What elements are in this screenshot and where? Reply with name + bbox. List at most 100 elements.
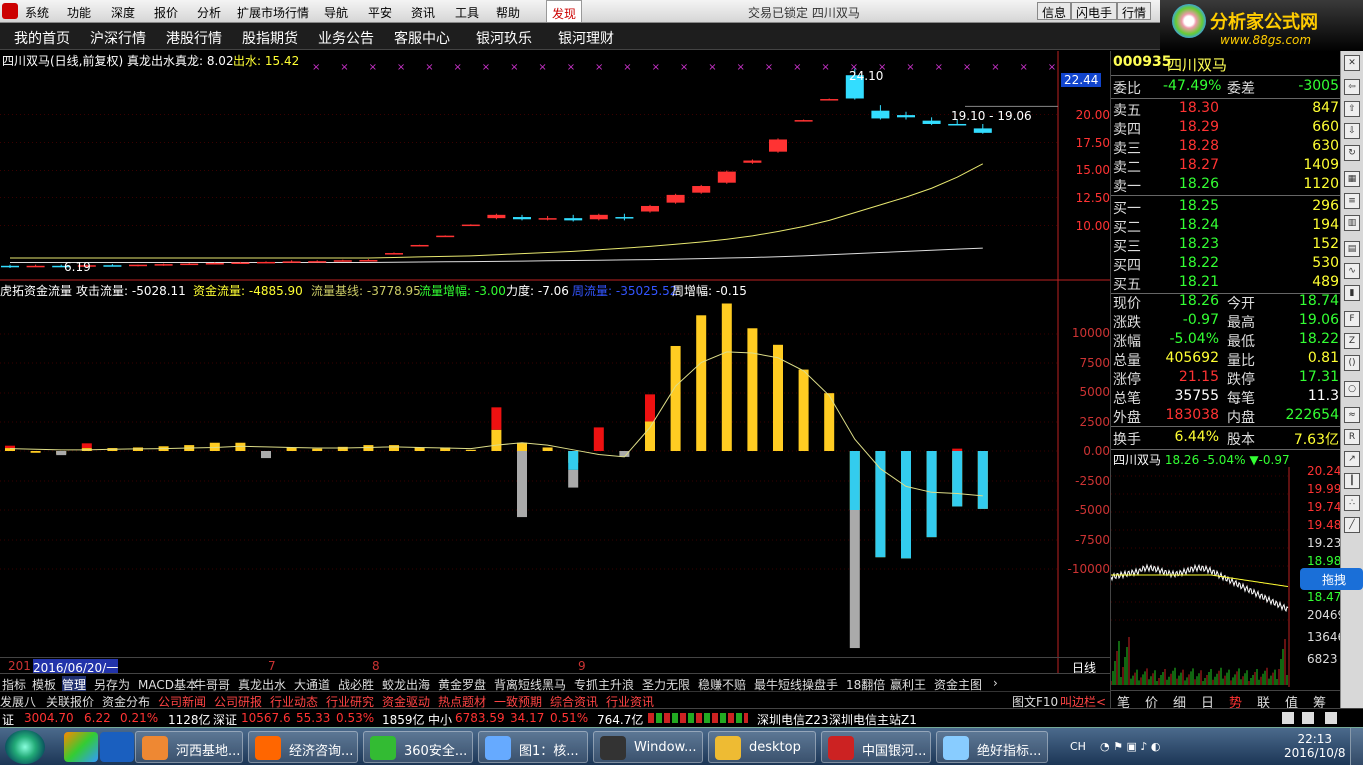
language-indicator[interactable]: CH	[1070, 740, 1086, 753]
menu-navigation[interactable]: 导航	[324, 4, 348, 21]
ask-level-label: 卖三	[1113, 141, 1141, 157]
menu-pingan[interactable]: 平安	[368, 4, 392, 21]
pinned-app-icon[interactable]	[64, 732, 98, 762]
server-label-1[interactable]: 深圳电信Z23	[757, 711, 829, 728]
mini-price-line	[1111, 563, 1289, 613]
info-button[interactable]: 信息	[1037, 2, 1072, 20]
chart-canvas[interactable]: × × × × × × × × × × × × × × × × × × × × × × × × × × ×	[0, 51, 1110, 673]
ask-row[interactable]: 卖二 18.27 1409	[1111, 157, 1341, 176]
line-icon[interactable]: ╱	[1344, 517, 1360, 533]
indicator-title: 虎拓资金流量	[0, 284, 73, 298]
ask-row[interactable]: 卖五 18.30 847	[1111, 100, 1341, 119]
nav-yinhe-finance[interactable]: 银河理财	[558, 28, 614, 48]
ask-row[interactable]: 卖一 18.26 1120	[1111, 176, 1341, 195]
trend-icon[interactable]: ↗	[1344, 451, 1360, 467]
task-button[interactable]: 图1：核...	[478, 731, 588, 763]
menu-depth[interactable]: 深度	[111, 4, 135, 21]
table-icon[interactable]: ▤	[1344, 241, 1360, 257]
nav-announcements[interactable]: 业务公告	[318, 28, 374, 48]
clock-time: 22:13	[1297, 732, 1333, 746]
task-button[interactable]: Window...	[593, 731, 703, 763]
arrow-left-icon[interactable]: ⇦	[1344, 79, 1360, 95]
status-icon[interactable]	[1325, 712, 1337, 724]
bid-row[interactable]: 买四 18.22 530	[1111, 255, 1341, 274]
task-button[interactable]: 河西基地...	[135, 731, 243, 763]
tabs-scroll-right-icon[interactable]: ›	[993, 676, 998, 690]
close-icon[interactable]: ✕	[1344, 55, 1360, 71]
candle-body	[1, 265, 19, 268]
drag-handle[interactable]: 拖拽	[1300, 568, 1363, 590]
ask-price: 18.29	[1178, 119, 1219, 135]
menu-news[interactable]: 资讯	[411, 4, 435, 21]
menu-system[interactable]: 系统	[25, 4, 49, 21]
share-capital-value: 7.63亿	[1293, 432, 1339, 448]
bid-level-label: 买五	[1113, 277, 1141, 293]
wave-icon[interactable]: ≈	[1344, 407, 1360, 423]
ask-volume: 1120	[1303, 176, 1339, 192]
clock[interactable]: 22:13 2016/10/8	[1284, 732, 1346, 760]
task-label: Window...	[634, 740, 697, 755]
nav-home[interactable]: 我的首页	[14, 28, 70, 48]
bid-row[interactable]: 买一 18.25 296	[1111, 198, 1341, 217]
menu-discover[interactable]: 发现	[546, 0, 583, 22]
nav-hk-market[interactable]: 港股行情	[166, 28, 222, 48]
intraday-mini-chart[interactable]	[1111, 467, 1305, 687]
bid-row[interactable]: 买三 18.23 152	[1111, 236, 1341, 255]
chart-area[interactable]: × × × × × × × × × × × × × × × × × × × × × × × × × × × 四川双马(日线,前复权)…	[0, 51, 1110, 685]
bracket-icon[interactable]: ()	[1344, 355, 1360, 371]
tray-icons[interactable]: ◔ ⚑ ▣ ♪ ◐	[1100, 740, 1160, 753]
status-icon[interactable]	[1282, 712, 1294, 724]
nav-index-futures[interactable]: 股指期货	[242, 28, 298, 48]
circle-icon[interactable]: ○	[1344, 381, 1360, 397]
pinned-app-icon[interactable]	[100, 732, 134, 762]
menu-help[interactable]: 帮助	[496, 4, 520, 21]
nav-service-center[interactable]: 客服中心	[394, 28, 450, 48]
menu-tools[interactable]: 工具	[455, 4, 479, 21]
quote-label: 涨停	[1113, 372, 1141, 388]
flash-trade-button[interactable]: 闪电手	[1071, 2, 1118, 20]
arrow-down-icon[interactable]: ⇩	[1344, 123, 1360, 139]
refresh-icon[interactable]: ↻	[1344, 145, 1360, 161]
arrow-up-icon[interactable]: ⇧	[1344, 101, 1360, 117]
menu-extended-market[interactable]: 扩展市场行情	[237, 4, 309, 21]
quote-label: 总笔	[1113, 391, 1141, 407]
mini-change: ▼-0.97	[1249, 453, 1290, 467]
menu-quotes[interactable]: 报价	[154, 4, 178, 21]
top-marker: ×	[652, 62, 660, 73]
ask-row[interactable]: 卖四 18.29 660	[1111, 119, 1341, 138]
task-button[interactable]: 中国银河...	[821, 731, 931, 763]
candle-icon[interactable]: ┃	[1344, 473, 1360, 489]
bid-row[interactable]: 买二 18.24 194	[1111, 217, 1341, 236]
quotes-button[interactable]: 行情	[1117, 2, 1152, 20]
task-button[interactable]: 绝好指标...	[936, 731, 1048, 763]
flow-bar-red	[593, 427, 604, 451]
bid-volume: 530	[1312, 255, 1339, 271]
task-button[interactable]: desktop	[708, 731, 816, 763]
show-desktop-button[interactable]	[1350, 728, 1363, 765]
kline-ytick: 15.00	[1075, 163, 1110, 177]
nav-yinhe-jiule[interactable]: 银河玖乐	[476, 28, 532, 48]
task-button[interactable]: 经济咨询...	[248, 731, 358, 763]
server-label-2[interactable]: 深圳电信主站Z1	[829, 711, 917, 728]
rsi-icon[interactable]: R	[1344, 429, 1360, 445]
start-button[interactable]	[5, 730, 45, 764]
grid-icon[interactable]: ▦	[1344, 171, 1360, 187]
f10-icon[interactable]: F	[1344, 311, 1360, 327]
scatter-icon[interactable]: ∴	[1344, 495, 1360, 511]
task-button[interactable]: 360安全...	[363, 731, 473, 763]
sh-index-amount: 1128亿	[168, 713, 211, 727]
bar-icon[interactable]: ▮	[1344, 285, 1360, 301]
menu-analysis[interactable]: 分析	[197, 4, 221, 21]
nav-hs-market[interactable]: 沪深行情	[90, 28, 146, 48]
ask-row[interactable]: 卖三 18.28 630	[1111, 138, 1341, 157]
fz-icon[interactable]: Z	[1344, 333, 1360, 349]
menu-function[interactable]: 功能	[67, 4, 91, 21]
bid-row[interactable]: 买五 18.21 489	[1111, 274, 1341, 293]
status-icon[interactable]	[1302, 712, 1314, 724]
list-icon[interactable]: ≡	[1344, 193, 1360, 209]
top-marker: ×	[623, 62, 631, 73]
task-label: 河西基地...	[176, 744, 241, 759]
share-capital-label: 股本	[1227, 432, 1255, 448]
indicator-icon[interactable]: ∿	[1344, 263, 1360, 279]
chart-icon[interactable]: ▥	[1344, 215, 1360, 231]
